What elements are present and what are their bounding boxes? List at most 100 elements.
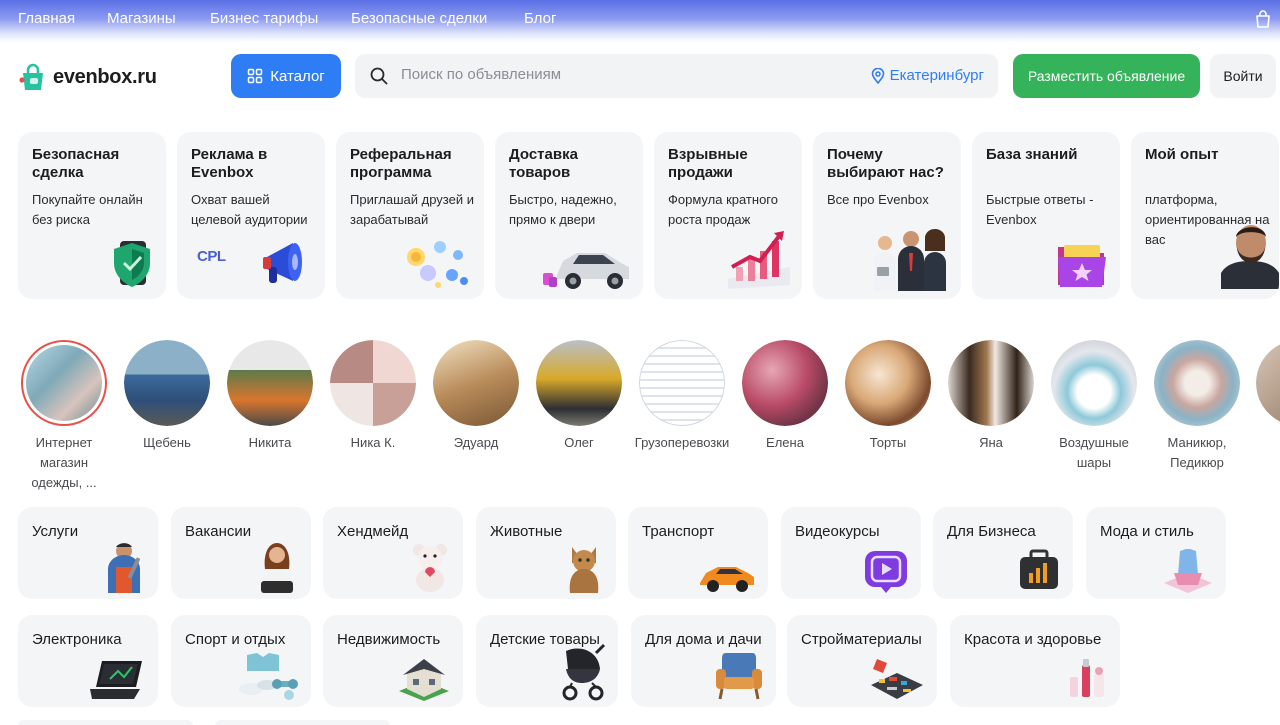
cosmetics-icon	[1070, 659, 1104, 697]
story-item[interactable]: Елена	[735, 340, 835, 453]
category-handmade[interactable]: Хендмейд	[323, 507, 463, 599]
story-item[interactable]: Воздушные шары	[1044, 340, 1144, 473]
category-beauty-health[interactable]: Красота и здоровье	[950, 615, 1120, 707]
category-sport[interactable]: Спорт и отдых	[171, 615, 311, 707]
story-label: Никита	[248, 435, 292, 450]
logo[interactable]: evenbox.ru	[18, 60, 168, 94]
promo-title: Доставка товаров	[509, 146, 578, 181]
category-business[interactable]: Для Бизнеса	[933, 507, 1073, 599]
category-label: Для дома и дачи	[645, 631, 762, 648]
category-label: Мода и стиль	[1100, 523, 1194, 540]
nav-link-shops[interactable]: Магазины	[107, 10, 176, 27]
category-real-estate[interactable]: Недвижимость	[323, 615, 463, 707]
category-video-courses[interactable]: Видеокурсы	[781, 507, 921, 599]
story-item[interactable]: Грузоперевозки	[632, 340, 732, 453]
story-label: Интернет магазин одежды, ...	[31, 435, 97, 490]
growth-chart-icon	[728, 231, 790, 289]
nav-link-home[interactable]: Главная	[18, 10, 75, 27]
promo-desc: Быстро, надежно, прямо к двери	[509, 192, 617, 227]
shopping-bag-icon[interactable]	[1253, 9, 1273, 29]
story-label: Грузоперевозки	[634, 435, 730, 450]
story-item[interactable]: Маникюр, Педикюр	[1147, 340, 1247, 473]
story-avatar	[227, 340, 313, 426]
category-label: Электроника	[32, 631, 122, 648]
city-selector[interactable]: Екатеринбург	[871, 67, 984, 84]
search-input[interactable]	[401, 66, 841, 83]
teddy-bear-icon	[413, 544, 447, 592]
story-label: Эдуард	[453, 435, 499, 450]
category-label: Стройматериалы	[801, 631, 922, 648]
coins-icon	[407, 241, 468, 288]
story-label: Ника К.	[350, 435, 396, 450]
promo-referral[interactable]: Реферальная программа Приглашай друзей и…	[336, 132, 484, 299]
story-item[interactable]: Никита	[220, 340, 320, 453]
story-item[interactable]: Ника К.	[323, 340, 423, 453]
category-card-partial	[18, 720, 193, 725]
promo-title: Взрывные продажи	[668, 146, 748, 181]
category-animals[interactable]: Животные	[476, 507, 616, 599]
promo-knowledge-base[interactable]: База знаний Быстрые ответы - Evenbox	[972, 132, 1120, 299]
story-item[interactable]: Щебень	[117, 340, 217, 453]
category-vacancies[interactable]: Вакансии	[171, 507, 311, 599]
promo-desc: Быстрые ответы - Evenbox	[986, 192, 1094, 227]
tools-icon	[871, 659, 923, 699]
story-item[interactable]: Олег	[529, 340, 629, 453]
category-kids[interactable]: Детские товары	[476, 615, 618, 707]
promo-sales[interactable]: Взрывные продажи Формула кратного роста …	[654, 132, 802, 299]
megaphone-icon	[263, 243, 302, 283]
category-label: Недвижимость	[337, 631, 441, 648]
nav-link-blog[interactable]: Блог	[524, 10, 556, 27]
promo-why-us[interactable]: Почему выбирают нас? Все про Evenbox	[813, 132, 961, 299]
category-building-materials[interactable]: Стройматериалы	[787, 615, 937, 707]
story-avatar	[845, 340, 931, 426]
promo-title: Реферальная программа	[350, 146, 452, 181]
category-label: Услуги	[32, 523, 79, 540]
car-icon	[700, 567, 754, 592]
category-label: Спорт и отдых	[185, 631, 286, 648]
story-item[interactable]	[1250, 340, 1280, 426]
promo-safe-deal[interactable]: Безопасная сделка Покупайте онлайн без р…	[18, 132, 166, 299]
category-fashion[interactable]: Мода и стиль	[1086, 507, 1226, 599]
story-label: Яна	[979, 435, 1003, 450]
story-avatar	[536, 340, 622, 426]
promo-desc: Охват вашей целевой аудитории	[191, 192, 308, 227]
promo-delivery[interactable]: Доставка товаров Быстро, надежно, прямо …	[495, 132, 643, 299]
story-item[interactable]: Интернет магазин одежды, ...	[14, 340, 114, 493]
city-label: Екатеринбург	[889, 67, 984, 84]
nav-link-business-tariffs[interactable]: Бизнес тарифы	[210, 10, 318, 27]
promo-title: База знаний	[986, 146, 1078, 163]
category-home-garden[interactable]: Для дома и дачи	[631, 615, 776, 707]
story-label: Елена	[766, 435, 804, 450]
post-ad-button[interactable]: Разместить объявление	[1013, 54, 1200, 98]
promo-desc: Формула кратного роста продаж	[668, 192, 778, 227]
story-item[interactable]: Торты	[838, 340, 938, 453]
briefcase-icon	[1020, 549, 1058, 589]
login-button[interactable]: Войти	[1210, 54, 1276, 98]
search-icon	[370, 67, 388, 85]
story-avatar	[742, 340, 828, 426]
category-label: Животные	[490, 523, 563, 540]
category-transport[interactable]: Транспорт	[628, 507, 768, 599]
house-icon	[399, 659, 449, 701]
laptop-icon	[90, 661, 142, 699]
team-icon	[874, 228, 946, 291]
worker-icon	[108, 543, 141, 593]
nav-link-safe-deals[interactable]: Безопасные сделки	[351, 10, 487, 27]
story-item[interactable]: Эдуард	[426, 340, 526, 453]
location-pin-icon	[871, 67, 884, 84]
person-photo-icon	[1221, 225, 1279, 289]
story-label: Олег	[564, 435, 594, 450]
story-item[interactable]: Яна	[941, 340, 1041, 453]
category-electronics[interactable]: Электроника	[18, 615, 158, 707]
story-avatar	[1051, 340, 1137, 426]
story-label: Маникюр, Педикюр	[1167, 435, 1227, 470]
story-avatar	[433, 340, 519, 426]
car-icon	[543, 253, 629, 289]
category-card-partial	[215, 720, 390, 725]
logo-bag-icon	[19, 63, 43, 90]
promo-desc: Все про Evenbox	[827, 192, 929, 207]
category-services[interactable]: Услуги	[18, 507, 158, 599]
catalog-button[interactable]: Каталог	[231, 54, 341, 98]
promo-advertising[interactable]: Реклама в Evenbox Охват вашей целевой ау…	[177, 132, 325, 299]
promo-my-experience[interactable]: Мой опыт платформа, ориентированная на в…	[1131, 132, 1279, 299]
